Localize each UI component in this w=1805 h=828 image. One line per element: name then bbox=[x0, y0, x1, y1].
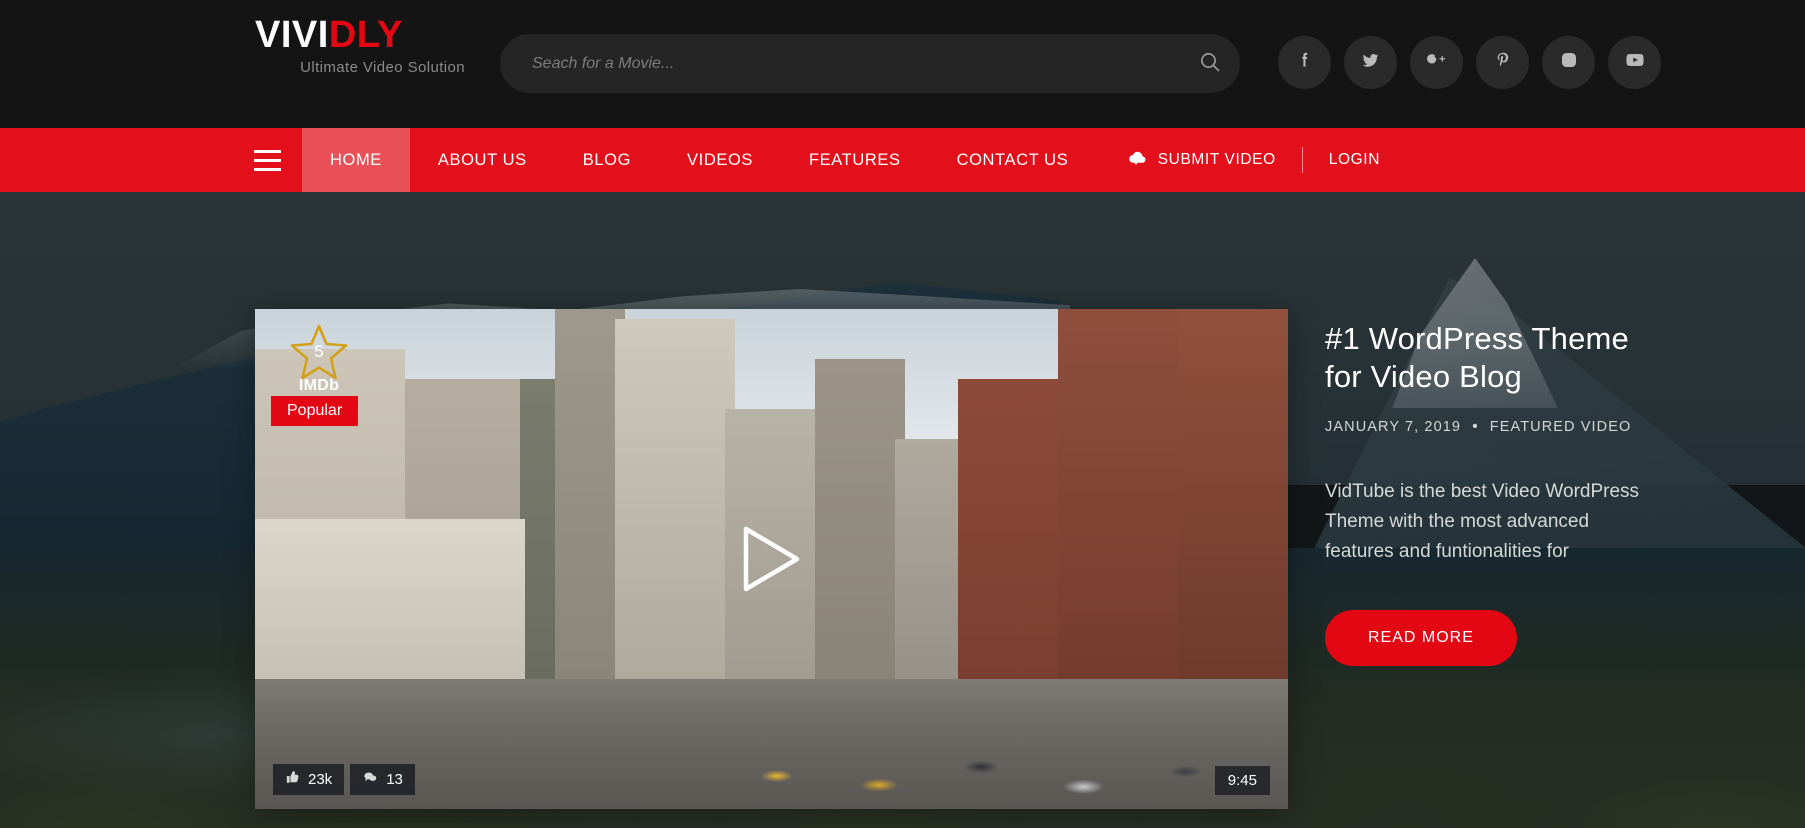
thumbnail-cars bbox=[719, 704, 1288, 794]
thumbs-up-icon bbox=[285, 770, 300, 789]
nav-right-group: SUBMIT VIDEO LOGIN bbox=[1125, 128, 1380, 192]
hamburger-bar bbox=[253, 167, 281, 171]
search-submit-button[interactable] bbox=[1180, 34, 1240, 93]
thumbnail-building bbox=[1058, 309, 1188, 679]
hamburger-icon[interactable] bbox=[232, 128, 302, 192]
facebook-icon bbox=[1295, 50, 1315, 75]
hero-meta-separator: • bbox=[1472, 417, 1479, 435]
search-input[interactable] bbox=[500, 54, 1180, 73]
social-link-twitter[interactable] bbox=[1344, 36, 1397, 89]
cloud-upload-icon bbox=[1125, 150, 1147, 171]
popular-badge: Popular bbox=[271, 396, 359, 426]
nav-item-features[interactable]: FEATURES bbox=[781, 128, 929, 192]
google-plus-icon bbox=[1425, 50, 1449, 75]
hero-section: 5 IMDb Popular 23k 13 9:45 #1 WordPress … bbox=[0, 192, 1805, 828]
thumbnail-building bbox=[958, 379, 1068, 679]
hamburger-bar bbox=[253, 158, 281, 162]
comments-badge: 13 bbox=[350, 764, 415, 795]
likes-count: 23k bbox=[308, 771, 333, 788]
featured-video-card[interactable]: 5 IMDb Popular 23k 13 9:45 bbox=[255, 309, 1288, 809]
logo-text: VIVIDLY bbox=[255, 14, 465, 56]
pinterest-icon bbox=[1493, 50, 1513, 75]
play-icon[interactable] bbox=[739, 523, 805, 595]
nav-item-about-us[interactable]: ABOUT US bbox=[410, 128, 555, 192]
social-link-google-plus[interactable] bbox=[1410, 36, 1463, 89]
logo-text-accent: DLY bbox=[328, 14, 403, 56]
thumbnail-building bbox=[1178, 309, 1288, 679]
imdb-rating-value: 5 bbox=[314, 342, 324, 361]
logo-tagline: Ultimate Video Solution bbox=[300, 58, 465, 76]
login-button[interactable]: LOGIN bbox=[1303, 151, 1380, 169]
thumbnail-building bbox=[615, 319, 735, 679]
top-header: VIVIDLY Ultimate Video Solution bbox=[0, 0, 1805, 128]
thumbnail-building bbox=[255, 519, 525, 679]
hero-description: VidTube is the best Video WordPress Them… bbox=[1325, 480, 1640, 562]
hamburger-bar bbox=[253, 149, 281, 153]
nav-item-contact-us[interactable]: CONTACT US bbox=[929, 128, 1097, 192]
video-duration: 9:45 bbox=[1214, 766, 1270, 795]
submit-video-label: SUBMIT VIDEO bbox=[1157, 151, 1276, 168]
hero-date: JANUARY 7, 2019 bbox=[1325, 418, 1462, 435]
nav-divider bbox=[1301, 147, 1303, 173]
comment-icon bbox=[362, 770, 378, 789]
comments-count: 13 bbox=[386, 771, 403, 788]
social-link-facebook[interactable] bbox=[1278, 36, 1331, 89]
hero-meta: JANUARY 7, 2019 • FEATURED VIDEO bbox=[1325, 417, 1655, 435]
imdb-rating-badge: 5 IMDb bbox=[285, 323, 353, 395]
hero-category: FEATURED VIDEO bbox=[1489, 418, 1632, 435]
search-bar[interactable] bbox=[500, 34, 1240, 93]
search-icon bbox=[1198, 50, 1222, 77]
thumbnail-building bbox=[815, 359, 905, 679]
hero-text-column: #1 WordPress Theme for Video Blog JANUAR… bbox=[1325, 320, 1655, 666]
likes-badge: 23k bbox=[273, 764, 345, 795]
social-link-pinterest[interactable] bbox=[1476, 36, 1529, 89]
main-navigation: HOME ABOUT US BLOG VIDEOS FEATURES CONTA… bbox=[0, 128, 1805, 192]
page-root: VIVIDLY Ultimate Video Solution Seach fo… bbox=[0, 0, 1805, 828]
nav-left-group: HOME ABOUT US BLOG VIDEOS FEATURES CONTA… bbox=[232, 128, 1096, 192]
hero-title: #1 WordPress Theme for Video Blog bbox=[1325, 321, 1629, 395]
star-icon: 5 bbox=[289, 323, 349, 381]
submit-video-button[interactable]: SUBMIT VIDEO bbox=[1125, 150, 1302, 171]
nav-item-home[interactable]: HOME bbox=[302, 128, 410, 192]
nav-item-blog[interactable]: BLOG bbox=[555, 128, 659, 192]
twitter-icon bbox=[1360, 50, 1381, 76]
video-stats: 23k 13 bbox=[273, 764, 415, 795]
read-more-button[interactable]: READ MORE bbox=[1325, 609, 1517, 666]
social-link-instagram[interactable] bbox=[1542, 36, 1595, 89]
social-links bbox=[1278, 36, 1661, 89]
social-link-youtube[interactable] bbox=[1608, 36, 1661, 89]
youtube-icon bbox=[1624, 49, 1646, 76]
site-logo[interactable]: VIVIDLY Ultimate Video Solution bbox=[255, 14, 465, 76]
instagram-icon bbox=[1559, 50, 1579, 75]
nav-item-videos[interactable]: VIDEOS bbox=[659, 128, 781, 192]
logo-text-primary: VIVI bbox=[255, 14, 329, 56]
